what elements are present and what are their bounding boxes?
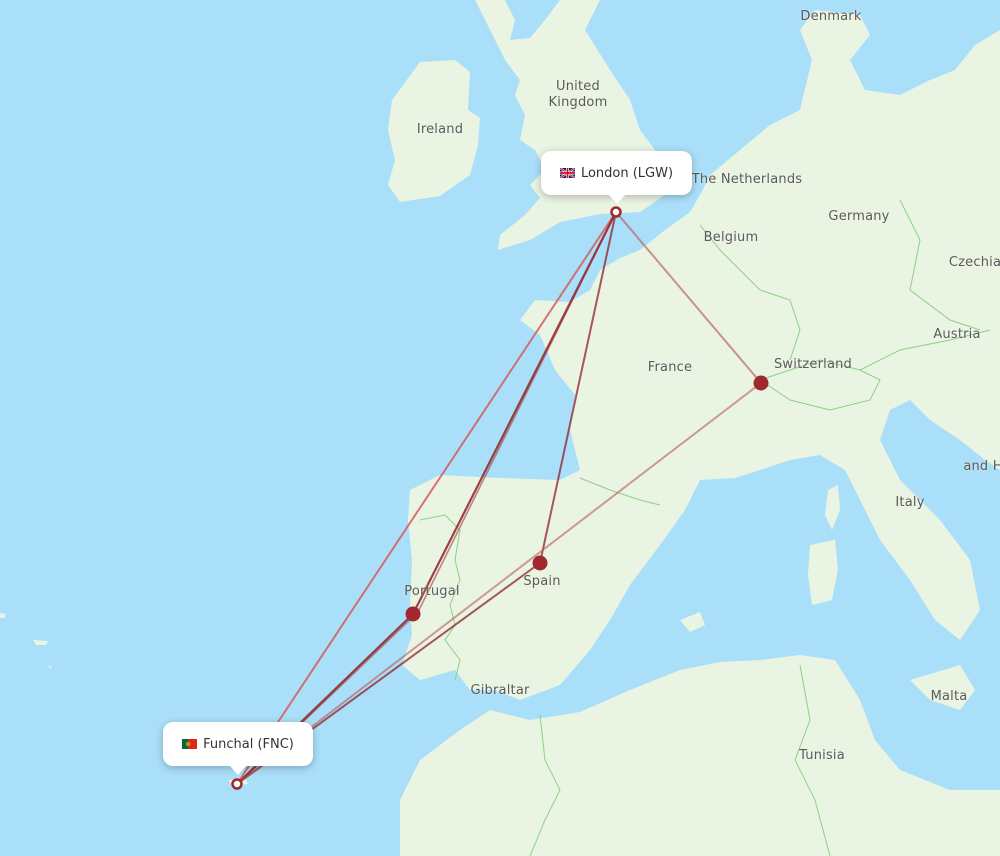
- origin-marker-lgw[interactable]: [610, 206, 622, 218]
- pt-flag-icon: [182, 739, 198, 749]
- label-france: France: [647, 360, 693, 375]
- destination-label: Funchal (FNC): [203, 736, 294, 752]
- label-czechia: Czechia: [948, 255, 1000, 270]
- stopover-marker-madrid[interactable]: [532, 555, 548, 571]
- label-belgium: Belgium: [703, 230, 759, 245]
- label-malta: Malta: [930, 689, 968, 704]
- label-germany: Germany: [828, 209, 890, 224]
- destination-callout[interactable]: Funchal (FNC): [163, 722, 313, 775]
- label-united-kingdom: United Kingdom: [548, 79, 608, 110]
- label-ireland: Ireland: [416, 122, 464, 137]
- label-bosnia-partial: and H: [963, 459, 1000, 474]
- origin-label: London (LGW): [580, 165, 674, 181]
- destination-marker-fnc[interactable]: [231, 778, 243, 790]
- label-denmark: Denmark: [800, 9, 862, 24]
- label-the-netherlands: The Netherlands: [691, 172, 803, 187]
- route-map[interactable]: [0, 0, 1000, 856]
- label-switzerland: Switzerland: [773, 357, 853, 372]
- stopover-marker-lisbon[interactable]: [405, 606, 421, 622]
- label-spain: Spain: [523, 574, 561, 589]
- stopover-marker-geneva[interactable]: [753, 375, 769, 391]
- gb-flag-icon: [559, 168, 575, 178]
- label-portugal: Portugal: [404, 584, 460, 599]
- label-tunisia: Tunisia: [799, 748, 845, 763]
- label-italy: Italy: [895, 495, 925, 510]
- label-gibraltar: Gibraltar: [470, 683, 530, 698]
- origin-callout[interactable]: London (LGW): [541, 151, 692, 204]
- label-austria: Austria: [933, 327, 981, 342]
